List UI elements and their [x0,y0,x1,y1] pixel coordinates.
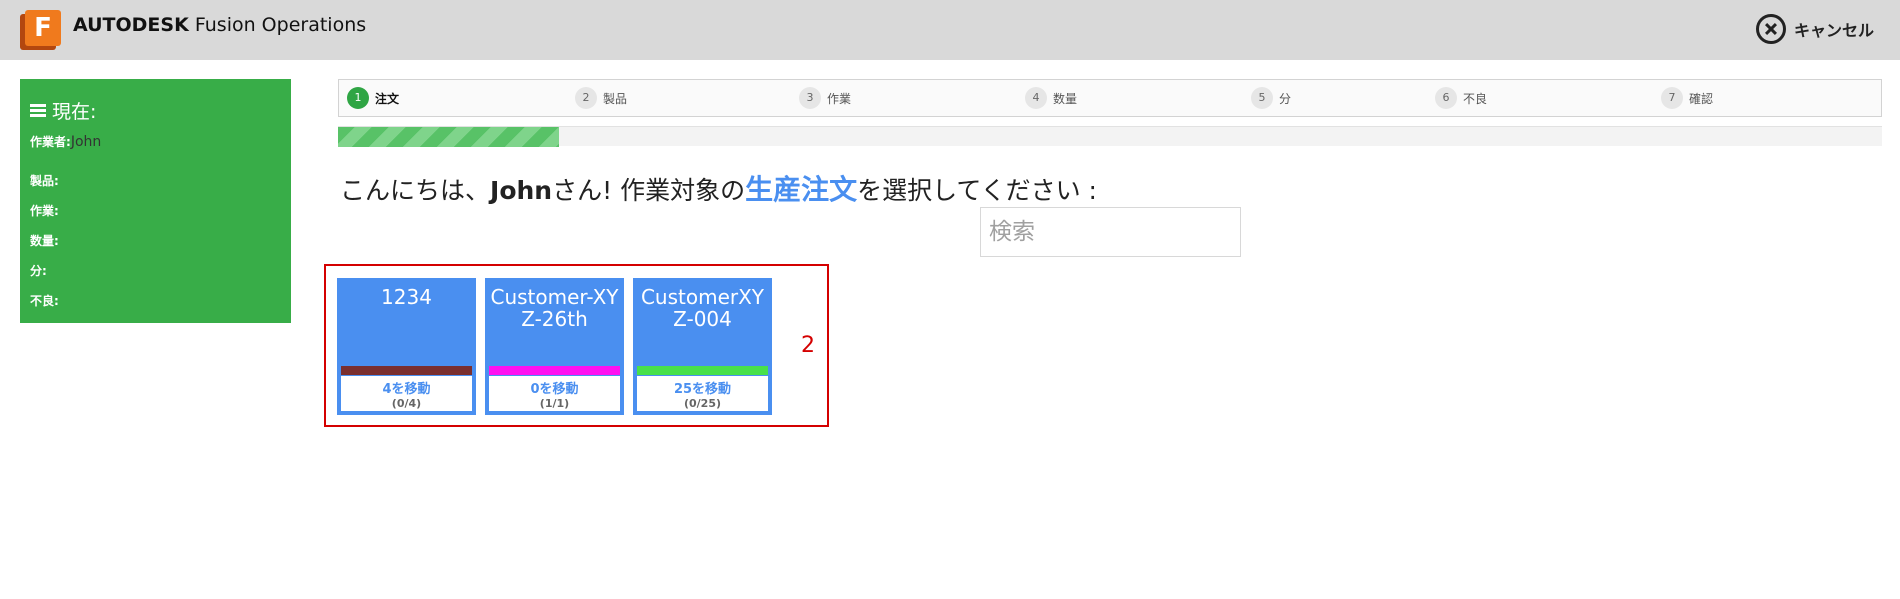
step-product[interactable]: 2 製品 [575,87,627,109]
step-number: 2 [575,87,597,109]
step-label: 作業 [827,91,852,106]
order-move-label: 0を移動 [530,382,579,397]
step-indicator: 1 注文 2 製品 3 作業 4 数量 5 分 6 不良 7 確認 [338,79,1882,117]
order-color-bar [637,366,768,375]
status-product: 製品: [30,174,59,188]
step-number: 6 [1435,87,1457,109]
step-number: 4 [1025,87,1047,109]
current-status-panel: 現在: 作業者:John 製品: 作業: 数量: 分: 不良: [20,79,291,323]
order-count: (0/25) [683,397,722,410]
order-footer: 25を移動 (0/25) [636,375,769,412]
worker-value: John [70,134,102,150]
worker-label: 作業者: [30,135,71,149]
step-label: 製品 [603,91,628,106]
top-header: F AUTODESK Fusion Operations キャンセル [0,0,1900,60]
headline-highlight: 生産注文 [745,173,858,206]
headline-greeting: こんにちは、 [340,176,491,205]
step-task[interactable]: 3 作業 [799,87,851,109]
order-color-bar [489,366,620,375]
step-number: 3 [799,87,821,109]
order-card[interactable]: 1234 4を移動 (0/4) [337,278,476,415]
order-footer: 0を移動 (1/1) [488,375,621,412]
status-worker: 作業者:John [30,132,281,166]
order-list: 1234 4を移動 (0/4) Customer-XYZ-26th 0を移動 (… [324,264,829,427]
cancel-label: キャンセル [1793,21,1874,40]
app-title: AUTODESK Fusion Operations [73,14,366,36]
order-color-bar [341,366,472,375]
step-label: 分 [1279,91,1292,106]
step-number: 7 [1661,87,1683,109]
headline-middle: さん! 作業対象の [552,176,746,205]
status-defect: 不良: [30,294,59,308]
step-label: 注文 [375,91,400,106]
order-move-label: 25を移動 [673,382,732,397]
status-quantity: 数量: [30,234,59,248]
status-title: 現在: [30,97,281,124]
step-number: 5 [1251,87,1273,109]
brand-bold: AUTODESK [73,14,189,36]
headline-user-name: John [490,176,553,205]
headline-end: を選択してください : [857,176,1097,205]
step-label: 不良 [1463,91,1488,106]
order-title: Customer-XYZ-26th [490,285,619,331]
order-card[interactable]: Customer-XYZ-26th 0を移動 (1/1) [485,278,624,415]
order-count-badge: 2 [801,333,815,358]
order-footer: 4を移動 (0/4) [340,375,473,412]
step-quantity[interactable]: 4 数量 [1025,87,1077,109]
step-defect[interactable]: 6 不良 [1435,87,1487,109]
step-minutes[interactable]: 5 分 [1251,87,1291,109]
menu-icon [30,104,46,117]
order-title: 1234 [381,285,432,309]
order-count: (1/1) [539,397,570,410]
fusion-logo-icon: F [20,10,62,50]
search-input[interactable] [980,207,1241,257]
logo-letter: F [25,10,61,46]
page-headline: こんにちは、Johnさん! 作業対象の生産注文を選択してください : [340,168,1097,208]
close-circle-icon [1755,14,1786,44]
status-minutes: 分: [30,264,47,278]
cancel-button[interactable]: キャンセル [1755,14,1874,44]
status-task: 作業: [30,204,59,218]
step-confirm[interactable]: 7 確認 [1661,87,1713,109]
step-label: 数量 [1053,91,1078,106]
order-card[interactable]: CustomerXYZ-004 25を移動 (0/25) [633,278,772,415]
brand-rest: Fusion Operations [188,14,367,36]
step-label: 確認 [1689,91,1714,106]
progress-bar [338,126,1882,147]
progress-fill [338,127,559,147]
step-number: 1 [347,87,369,109]
status-title-label: 現在: [52,101,97,123]
order-title: CustomerXYZ-004 [640,285,765,331]
step-order[interactable]: 1 注文 [347,87,399,109]
order-move-label: 4を移動 [382,382,431,397]
order-count: (0/4) [391,397,422,410]
